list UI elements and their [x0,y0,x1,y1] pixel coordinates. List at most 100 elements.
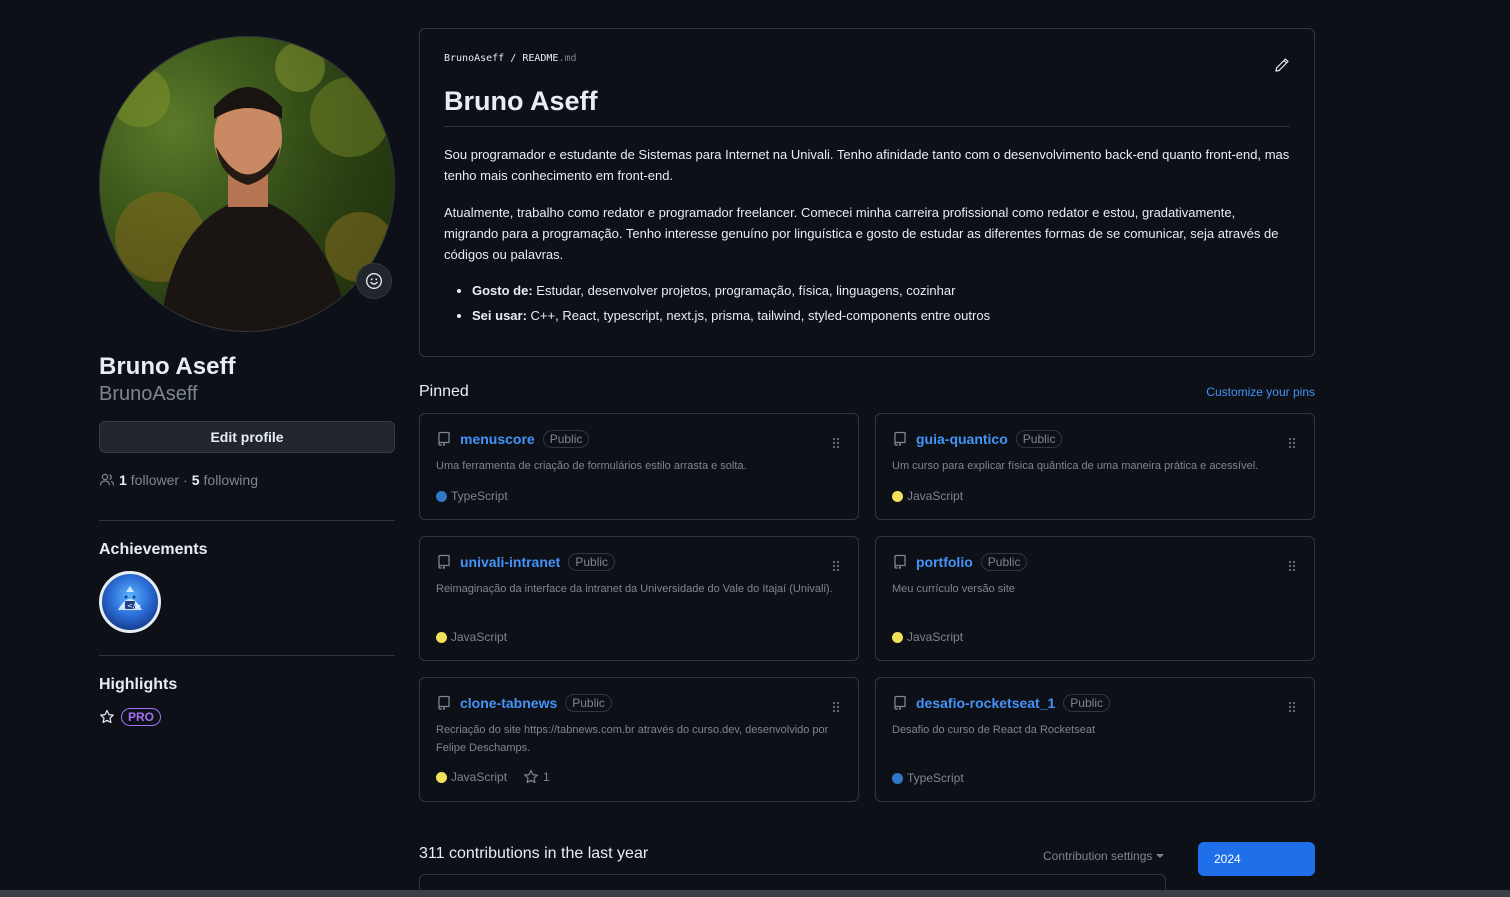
list-item-label: Sei usar: [472,308,527,323]
pinned-repo-card: menuscore Public Uma ferramenta de criaç… [419,413,859,520]
list-item-label: Gosto de: [472,283,533,298]
readme-list-item: Sei usar: C++, React, typescript, next.j… [472,303,1290,328]
repo-meta: JavaScript [892,489,963,503]
repo-icon [894,431,906,446]
pro-badge[interactable]: PRO [121,708,162,726]
edit-profile-button[interactable]: Edit profile [99,421,395,453]
star-count: 1 [543,770,550,784]
repo-language: JavaScript [892,630,963,644]
repo-meta: TypeScript [436,489,508,503]
readme-list: Gosto de: Estudar, desenvolver projetos,… [444,278,1290,328]
svg-text:</>: </> [127,602,141,610]
repo-language: JavaScript [436,770,507,784]
drag-handle-icon[interactable] [1288,700,1296,718]
following-link[interactable]: 5 following [192,472,258,488]
followers-link[interactable]: 1 follower [119,472,179,488]
pin-header: menuscore Public [436,430,842,448]
repo-icon [438,554,450,569]
following-count: 5 [191,472,200,488]
visibility-badge: Public [542,430,590,448]
sidebar-divider [99,520,395,521]
visibility-badge: Public [565,694,612,712]
achievements-title[interactable]: Achievements [99,541,395,559]
repo-language: JavaScript [892,489,963,503]
smiley-icon [366,273,382,289]
profile-fullname: Bruno Aseff [99,353,236,380]
avatar[interactable] [99,36,395,332]
readme-paragraph: Sou programador e estudante de Sistemas … [444,147,1290,183]
drag-handle-icon[interactable] [832,436,840,454]
repo-name-link[interactable]: clone-tabnews [460,695,557,711]
contribution-settings-label: Contribution settings [1043,849,1153,863]
readme-path: BrunoAseff / README.md [444,53,1290,64]
language-label: JavaScript [907,489,964,503]
repo-description: Desafio do curso de React da Rocketseat [892,724,1096,736]
readme-path-separator: / [510,53,517,64]
repo-name-link[interactable]: portfolio [916,554,973,570]
visibility-badge: Public [568,553,616,571]
repo-name-link[interactable]: guia-quantico [916,431,1008,447]
visibility-badge: Public [1063,694,1110,712]
language-color-dot [892,772,903,784]
repo-icon [894,554,906,569]
language-label: JavaScript [451,770,508,784]
pin-header: guia-quantico Public [892,430,1298,448]
repo-description: Meu currículo versão site [892,583,1015,595]
contribution-settings-dropdown[interactable]: Contribution settings [1043,849,1165,863]
pencil-icon [1275,58,1289,72]
drag-handle-icon[interactable] [832,559,840,577]
repo-icon [438,431,450,446]
star-icon [524,769,538,784]
highlights-title: Highlights [99,676,178,693]
pin-header: portfolio Public [892,553,1298,571]
avatar-portrait [110,42,394,331]
pinned-header: Pinned Customize your pins [419,383,1315,401]
repo-language: TypeScript [892,771,964,785]
drag-handle-icon[interactable] [832,700,840,718]
repo-name-link[interactable]: menuscore [460,431,535,447]
avatar-container [99,36,395,332]
repo-description: Reimaginação da interface da intranet da… [436,583,833,595]
language-color-dot [892,490,903,502]
repo-description: Recriação do site https://tabnews.com.br… [436,724,829,754]
repo-description: Um curso para explicar física quântica d… [892,460,1259,472]
pin-header: desafio-rocketseat_1 Public [892,694,1298,712]
followers-label: follower [130,472,180,488]
language-color-dot [436,771,447,783]
drag-handle-icon[interactable] [1288,436,1296,454]
language-label: TypeScript [907,771,964,785]
repo-stars-link[interactable]: 1 [523,769,550,785]
language-color-dot [436,631,447,643]
readme-list-item: Gosto de: Estudar, desenvolver projetos,… [472,278,1290,303]
pinned-repo-card: univali-intranet Public Reimaginação da … [419,536,859,661]
readme-path-user[interactable]: BrunoAseff [444,53,504,64]
sidebar-divider [99,655,395,656]
pinned-repo-card: clone-tabnews Public Recriação do site h… [419,677,859,802]
language-label: TypeScript [451,489,508,503]
repo-meta: JavaScript [436,630,507,644]
language-color-dot [892,631,903,643]
pinned-repo-card: portfolio Public Meu currículo versão si… [875,536,1315,661]
set-status-button[interactable] [356,263,392,299]
customize-pins-link[interactable]: Customize your pins [1206,385,1315,399]
pin-header: clone-tabnews Public [436,694,842,712]
follow-stats: 1 follower · 5 following [99,472,395,488]
repo-name-link[interactable]: univali-intranet [460,554,560,570]
horizontal-scrollbar[interactable] [0,890,1510,897]
pro-highlight: PRO [99,708,395,726]
repo-language: JavaScript [436,630,507,644]
visibility-badge: Public [980,553,1028,571]
language-color-dot [436,490,447,502]
repo-name-link[interactable]: desafio-rocketseat_1 [916,695,1055,711]
repo-meta: JavaScript [892,630,963,644]
following-label: following [203,472,258,488]
readme-card: BrunoAseff / README.md Bruno Aseff Sou p… [419,28,1315,357]
shark-icon: </> [118,586,142,610]
repo-meta: JavaScript 1 [436,769,550,785]
drag-handle-icon[interactable] [1288,559,1296,577]
edit-readme-button[interactable] [1274,57,1290,78]
language-label: JavaScript [451,630,508,644]
readme-path-ext: .md [558,53,577,64]
year-button-selected[interactable]: 2024 [1198,842,1315,876]
achievement-badge[interactable]: </> [99,571,161,633]
